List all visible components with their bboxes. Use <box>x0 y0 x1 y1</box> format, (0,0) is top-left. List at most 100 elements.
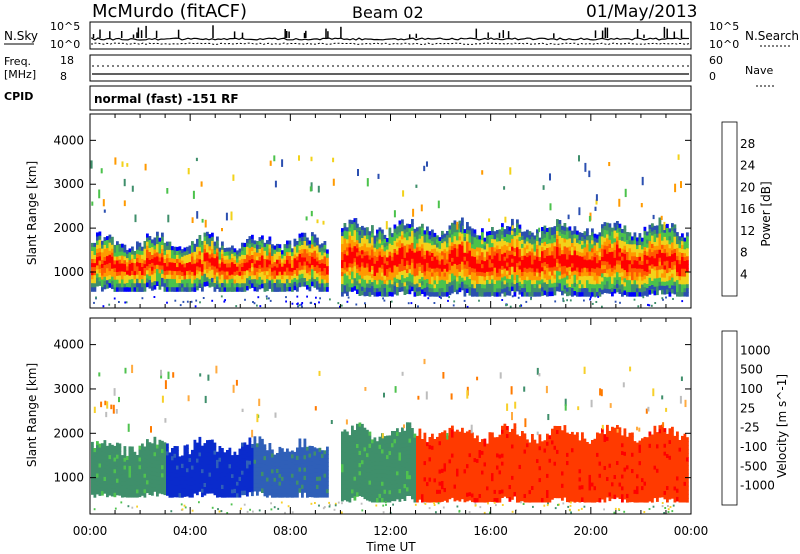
echo-cell <box>286 275 289 280</box>
echo-cell <box>666 273 669 278</box>
echo-cell <box>611 291 614 297</box>
echo-cell <box>593 268 597 274</box>
echo-cell <box>641 272 644 278</box>
echo-cell <box>403 233 407 239</box>
echo-cell <box>186 287 189 292</box>
echo-cell <box>226 275 229 280</box>
echo-cell <box>198 456 202 461</box>
echo-cell <box>646 263 649 269</box>
near-range-echo <box>211 299 214 302</box>
echo-cell <box>503 280 507 285</box>
near-range-echo <box>235 305 238 308</box>
echo-cell <box>188 454 192 459</box>
scatter-echo <box>298 155 300 161</box>
scatter-echo <box>680 181 682 188</box>
echo-cell <box>166 467 169 472</box>
echo-cell <box>276 279 279 284</box>
echo-cell <box>201 477 204 482</box>
echo-cell <box>248 244 252 249</box>
echo-cell <box>436 271 439 277</box>
echo-cell <box>158 245 162 251</box>
echo-cell <box>293 493 297 498</box>
echo-cell <box>496 265 499 270</box>
echo-cell <box>598 248 602 253</box>
echo-cell <box>241 283 244 288</box>
echo-cell <box>241 486 244 492</box>
echo-cell <box>628 288 632 293</box>
echo-cell <box>653 278 657 284</box>
echo-cell <box>683 257 687 262</box>
echo-cell <box>171 464 174 469</box>
echo-cell <box>358 239 362 244</box>
echo-cell <box>363 263 367 269</box>
echo-cell <box>183 267 187 272</box>
echo-cell <box>141 275 144 280</box>
echo-cell <box>316 241 319 247</box>
near-range-echo <box>601 305 603 308</box>
echo-cell <box>241 287 244 292</box>
echo-cell <box>188 287 192 292</box>
echo-cell <box>181 260 184 265</box>
echo-cell <box>653 246 657 251</box>
echo-cell <box>273 274 277 280</box>
scatter-echo <box>317 185 320 193</box>
echo-cell <box>301 480 304 486</box>
echo-cell <box>588 271 592 277</box>
echo-cell <box>196 458 199 464</box>
echo-cell <box>211 460 214 465</box>
echo-cell <box>161 232 164 238</box>
echo-cell <box>458 283 462 289</box>
echo-cell <box>251 467 254 473</box>
echo-cell <box>123 492 127 498</box>
echo-cell <box>348 243 352 248</box>
echo-cell <box>171 250 174 255</box>
echo-cell <box>498 260 502 266</box>
echo-cell <box>281 489 284 494</box>
echo-cell <box>213 482 217 488</box>
echo-cell <box>496 257 499 262</box>
echo-cell <box>128 287 132 292</box>
echo-cell <box>266 469 269 475</box>
echo-cell <box>388 291 392 297</box>
echo-cell <box>551 239 554 244</box>
echo-cell <box>263 483 267 489</box>
echo-cell <box>531 292 534 297</box>
echo-cell <box>246 484 249 489</box>
echo-cell <box>268 479 272 484</box>
echo-cell <box>496 280 499 285</box>
echo-cell <box>576 283 579 289</box>
echo-cell <box>363 227 367 233</box>
echo-cell <box>511 250 514 256</box>
echo-cell <box>261 243 264 248</box>
echo-cell <box>413 228 417 234</box>
echo-cell <box>321 477 324 482</box>
echo-cell <box>563 246 567 251</box>
echo-cell <box>286 448 289 454</box>
echo-cell <box>356 231 359 237</box>
echo-cell <box>638 248 642 254</box>
echo-cell <box>153 483 157 488</box>
echo-cell <box>276 465 279 470</box>
echo-cell <box>571 267 574 273</box>
echo-cell <box>303 488 307 493</box>
echo-cell <box>188 489 192 494</box>
echo-cell <box>208 262 212 268</box>
echo-cell <box>468 226 472 231</box>
echo-cell <box>386 265 389 270</box>
echo-cell <box>108 479 112 484</box>
echo-cell <box>226 287 229 292</box>
scatter-echo <box>114 157 117 165</box>
echo-cell <box>111 492 114 497</box>
echo-cell <box>378 263 382 269</box>
echo-cell <box>541 271 544 276</box>
echo-cell <box>156 248 159 253</box>
echo-cell <box>276 247 279 253</box>
echo-cell <box>341 268 344 273</box>
echo-cell <box>173 453 177 459</box>
echo-cell <box>103 272 107 278</box>
echo-cell <box>118 467 122 472</box>
echo-cell <box>291 260 294 265</box>
echo-cell <box>396 266 399 272</box>
echo-cell <box>136 478 139 483</box>
echo-cell <box>566 279 569 285</box>
